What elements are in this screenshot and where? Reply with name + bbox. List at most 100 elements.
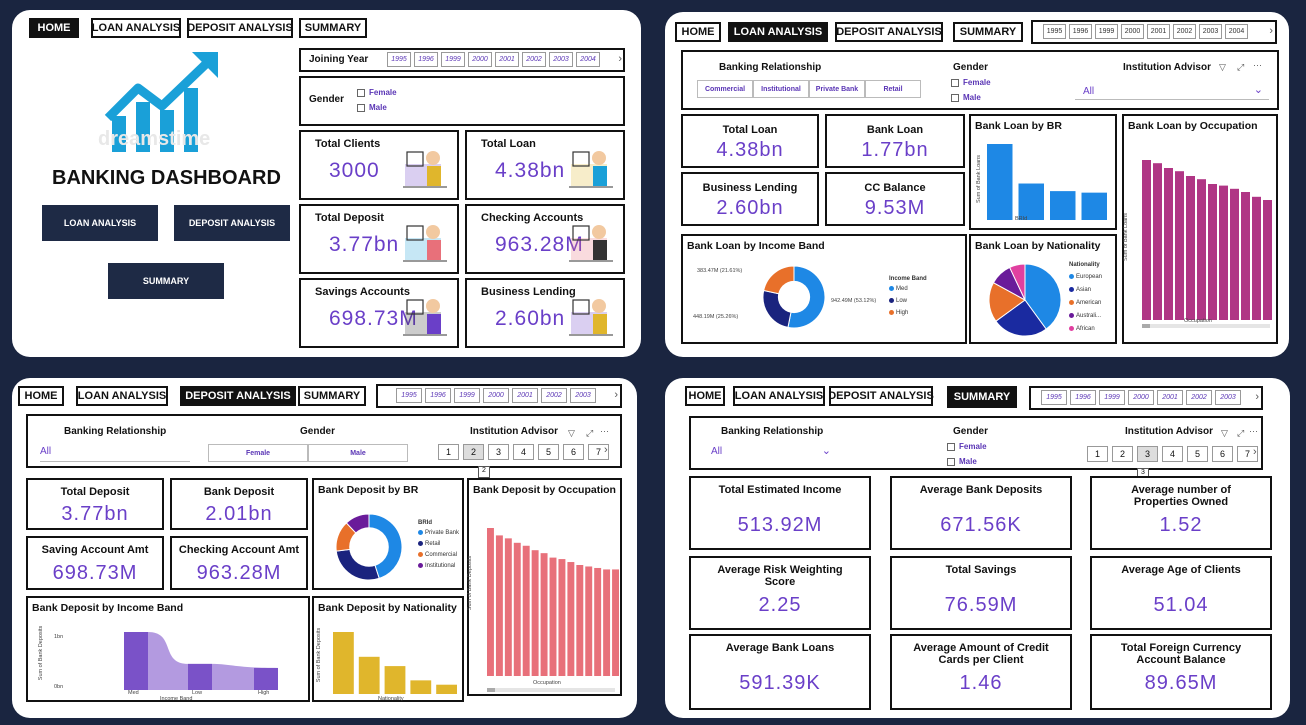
tab-home[interactable]: HOME [675, 22, 721, 42]
year-option[interactable]: 2002 [1186, 390, 1212, 405]
bar[interactable] [1175, 171, 1184, 320]
tab-deposit-analysis[interactable]: DEPOSIT ANALYSIS [180, 386, 296, 406]
page-button[interactable]: 1 [1087, 446, 1108, 462]
tab-home[interactable]: HOME [18, 386, 64, 406]
pager-next-icon[interactable]: › [1253, 446, 1257, 458]
bar[interactable] [1263, 200, 1272, 320]
bar[interactable] [612, 569, 619, 676]
br-option[interactable]: Private Bank [809, 80, 865, 98]
pager-next-icon[interactable]: › [604, 444, 608, 456]
page-button[interactable]: 6 [1212, 446, 1233, 462]
br-option[interactable]: Commercial [697, 80, 753, 98]
bar[interactable] [1208, 184, 1217, 320]
chevron-right-icon[interactable]: › [614, 389, 618, 401]
chevron-right-icon[interactable]: › [1269, 25, 1273, 37]
year-option[interactable]: 1999 [1099, 390, 1125, 405]
bar[interactable] [487, 528, 494, 676]
br-dropdown[interactable]: All ⌄ [711, 445, 851, 462]
year-option[interactable]: 1995 [396, 388, 422, 403]
year-option[interactable]: 1996 [414, 52, 438, 67]
bar[interactable] [531, 550, 539, 676]
year-option[interactable]: 1995 [387, 52, 411, 67]
year-option[interactable]: 2001 [1157, 390, 1183, 405]
gender-option-female[interactable]: Female [951, 78, 991, 87]
bar[interactable] [576, 565, 584, 676]
bar[interactable] [333, 632, 354, 694]
bar[interactable] [1153, 163, 1162, 320]
year-option[interactable]: 2001 [495, 52, 519, 67]
year-option[interactable]: 1996 [1070, 390, 1096, 405]
page-button[interactable]: 5 [1187, 446, 1208, 462]
bar[interactable] [1164, 168, 1173, 320]
bar[interactable] [558, 559, 566, 676]
br-option[interactable]: Retail [865, 80, 921, 98]
checkbox[interactable] [951, 78, 959, 87]
tab-summary[interactable]: SUMMARY [953, 22, 1023, 42]
scrollbar-thumb[interactable] [1142, 324, 1150, 328]
br-option[interactable]: Institutional [753, 80, 809, 98]
bar[interactable] [1197, 179, 1206, 320]
year-option[interactable]: 1995 [1041, 390, 1067, 405]
bar[interactable] [1018, 183, 1045, 220]
bar[interactable] [540, 553, 548, 676]
page-button[interactable]: 3 [488, 444, 509, 460]
year-option[interactable]: 1999 [454, 388, 480, 403]
bar[interactable] [594, 567, 602, 676]
page-button[interactable]: 2 [1112, 446, 1133, 462]
bar[interactable] [585, 566, 593, 676]
year-option[interactable]: 2002 [1173, 24, 1196, 39]
filter-icon[interactable]: ▽ [1221, 428, 1228, 439]
checkbox[interactable] [951, 93, 959, 102]
year-option[interactable]: 1996 [1069, 24, 1092, 39]
bar[interactable] [603, 569, 611, 676]
page-button[interactable]: 2 [463, 444, 484, 460]
expand-icon[interactable]: ⤢ [1237, 62, 1244, 73]
scrollbar[interactable] [487, 688, 615, 692]
bar[interactable] [1230, 188, 1239, 320]
tab-loan-analysis[interactable]: LOAN ANALYSIS [733, 386, 825, 406]
tab-summary[interactable]: SUMMARY [299, 18, 367, 38]
tab-loan-analysis[interactable]: LOAN ANALYSIS [76, 386, 168, 406]
bar[interactable] [513, 542, 521, 676]
bar[interactable] [124, 632, 148, 690]
advisor-dropdown[interactable]: All ⌄ [1075, 82, 1269, 100]
bar[interactable] [567, 562, 575, 676]
legend-item[interactable]: Low [889, 298, 907, 304]
page-button[interactable]: 3 [1137, 446, 1158, 462]
year-option[interactable]: 2004 [576, 52, 600, 67]
deposit-analysis-button[interactable]: DEPOSIT ANALYSIS [174, 205, 290, 241]
br-dropdown[interactable]: All [40, 446, 190, 462]
bar[interactable] [549, 557, 557, 676]
year-option[interactable]: 2003 [570, 388, 596, 403]
year-option[interactable]: 1999 [441, 52, 465, 67]
gender-option-male[interactable]: Male [357, 103, 387, 112]
bar[interactable] [1050, 191, 1076, 220]
legend-item[interactable]: Private Bank [418, 530, 459, 536]
page-button[interactable]: 1 [438, 444, 459, 460]
expand-icon[interactable]: ⤢ [1237, 428, 1244, 439]
gender-option-male[interactable]: Male [947, 457, 977, 466]
legend-item[interactable]: High [889, 310, 908, 316]
tab-summary[interactable]: SUMMARY [298, 386, 366, 406]
more-icon[interactable]: ··· [1253, 60, 1262, 70]
more-icon[interactable]: ··· [1249, 426, 1258, 436]
tab-loan-analysis[interactable]: LOAN ANALYSIS [728, 22, 828, 42]
bar[interactable] [384, 666, 406, 694]
year-option[interactable]: 2001 [512, 388, 538, 403]
chevron-right-icon[interactable]: › [618, 53, 622, 65]
bar[interactable] [522, 545, 530, 676]
legend-item[interactable]: Commercial [418, 552, 457, 558]
gender-option-male[interactable]: Male [951, 93, 981, 102]
bar[interactable] [987, 144, 1013, 220]
year-option[interactable]: 1996 [425, 388, 451, 403]
legend-item[interactable]: American [1069, 300, 1101, 306]
year-option[interactable]: 2000 [483, 388, 509, 403]
legend-item[interactable]: European [1069, 274, 1102, 280]
year-option[interactable]: 2000 [1121, 24, 1144, 39]
year-option[interactable]: 2004 [1225, 24, 1248, 39]
year-option[interactable]: 2003 [1215, 390, 1241, 405]
chevron-right-icon[interactable]: › [1255, 391, 1259, 403]
bar[interactable] [1241, 192, 1250, 320]
checkbox[interactable] [947, 442, 955, 451]
legend-item[interactable]: Institutional [418, 563, 455, 569]
